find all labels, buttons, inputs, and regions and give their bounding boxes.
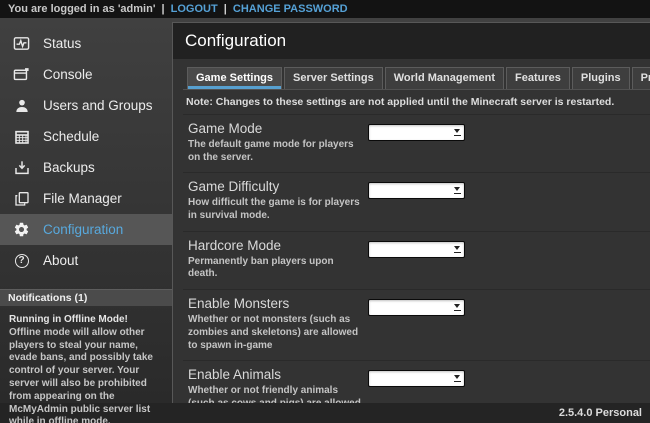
sidebar-item-file-manager[interactable]: File Manager (0, 183, 172, 214)
setting-name: Game Mode (188, 121, 368, 136)
hardcore-mode-select[interactable] (368, 241, 465, 258)
chevron-down-icon (453, 187, 461, 194)
notification-item: Running in Offline Mode! Offline mode wi… (0, 307, 172, 423)
sidebar-item-console[interactable]: Console (0, 59, 172, 90)
setting-description: Whether or not monsters (such as zombies… (188, 314, 364, 352)
file-manager-icon (13, 190, 30, 207)
tab-server-settings[interactable]: Server Settings (284, 67, 383, 89)
sidebar-item-label: Schedule (43, 129, 99, 144)
setting-description: How difficult the game is for players in… (188, 197, 364, 222)
gear-icon (13, 221, 30, 238)
sidebar-item-about[interactable]: ? About (0, 245, 172, 276)
game-difficulty-select[interactable] (368, 182, 465, 199)
notifications-header: Notifications (1) (0, 289, 172, 307)
setting-name: Hardcore Mode (188, 238, 368, 253)
chevron-down-icon (453, 375, 461, 382)
setting-description: Permanently ban players upon death. (188, 256, 364, 281)
setting-row-enable-monsters: Enable Monsters Whether or not monsters … (183, 290, 650, 361)
sidebar: Status Console Users and Groups (0, 18, 172, 403)
notification-body-text: Offline mode will allow other players to… (9, 327, 163, 423)
schedule-icon (13, 128, 30, 145)
setting-name: Enable Monsters (188, 296, 368, 311)
tab-plugins[interactable]: Plugins (572, 67, 630, 89)
about-icon: ? (13, 252, 30, 269)
sidebar-item-label: Backups (43, 160, 95, 175)
tab-world-management[interactable]: World Management (385, 67, 504, 89)
setting-row-enable-animals: Enable Animals Whether or not friendly a… (183, 361, 650, 403)
setting-description: Whether or not friendly animals (such as… (188, 385, 364, 403)
console-icon (13, 66, 30, 83)
sidebar-item-users-and-groups[interactable]: Users and Groups (0, 90, 172, 121)
separator: | (159, 3, 168, 15)
tab-preferences[interactable]: Preferences (632, 67, 650, 89)
change-password-link[interactable]: CHANGE PASSWORD (233, 3, 348, 15)
enable-animals-select[interactable] (368, 370, 465, 387)
logout-link[interactable]: LOGOUT (171, 3, 218, 15)
separator: | (221, 3, 230, 15)
sidebar-item-label: Users and Groups (43, 98, 153, 113)
backups-icon (13, 159, 30, 176)
sidebar-item-status[interactable]: Status (0, 28, 172, 59)
chevron-down-icon (453, 129, 461, 136)
status-icon (13, 35, 30, 52)
panel-header: Configuration (173, 23, 650, 59)
logged-in-text: You are logged in as 'admin' (8, 3, 155, 15)
sidebar-item-configuration[interactable]: Configuration (0, 214, 172, 245)
sidebar-item-label: File Manager (43, 191, 122, 206)
main-area: Configuration Game Settings Server Setti… (172, 18, 650, 403)
notification-title: Running in Offline Mode! (9, 314, 163, 327)
setting-description: The default game mode for players on the… (188, 139, 364, 164)
sidebar-item-backups[interactable]: Backups (0, 152, 172, 183)
enable-monsters-select[interactable] (368, 299, 465, 316)
version-text: 2.5.4.0 Personal (559, 407, 642, 419)
page-title: Configuration (185, 31, 286, 51)
sidebar-item-label: Configuration (43, 222, 123, 237)
notifications-panel: Notifications (1) Running in Offline Mod… (0, 289, 172, 423)
setting-name: Enable Animals (188, 367, 368, 382)
users-icon (13, 97, 30, 114)
config-tabs: Game Settings Server Settings World Mana… (183, 67, 650, 90)
tab-features[interactable]: Features (506, 67, 570, 89)
setting-row-game-mode: Game Mode The default game mode for play… (183, 115, 650, 173)
sidebar-item-label: Status (43, 36, 81, 51)
tab-game-settings[interactable]: Game Settings (187, 67, 282, 89)
game-mode-select[interactable] (368, 124, 465, 141)
setting-row-hardcore-mode: Hardcore Mode Permanently ban players up… (183, 232, 650, 290)
chevron-down-icon (453, 246, 461, 253)
setting-name: Game Difficulty (188, 179, 368, 194)
chevron-down-icon (453, 304, 461, 311)
setting-row-game-difficulty: Game Difficulty How difficult the game i… (183, 173, 650, 231)
sidebar-item-label: About (43, 253, 78, 268)
configuration-panel: Configuration Game Settings Server Setti… (172, 22, 650, 403)
sidebar-item-schedule[interactable]: Schedule (0, 121, 172, 152)
sidebar-item-label: Console (43, 67, 93, 82)
restart-note: Note: Changes to these settings are not … (183, 90, 650, 115)
topbar: You are logged in as 'admin' | LOGOUT | … (0, 0, 650, 18)
